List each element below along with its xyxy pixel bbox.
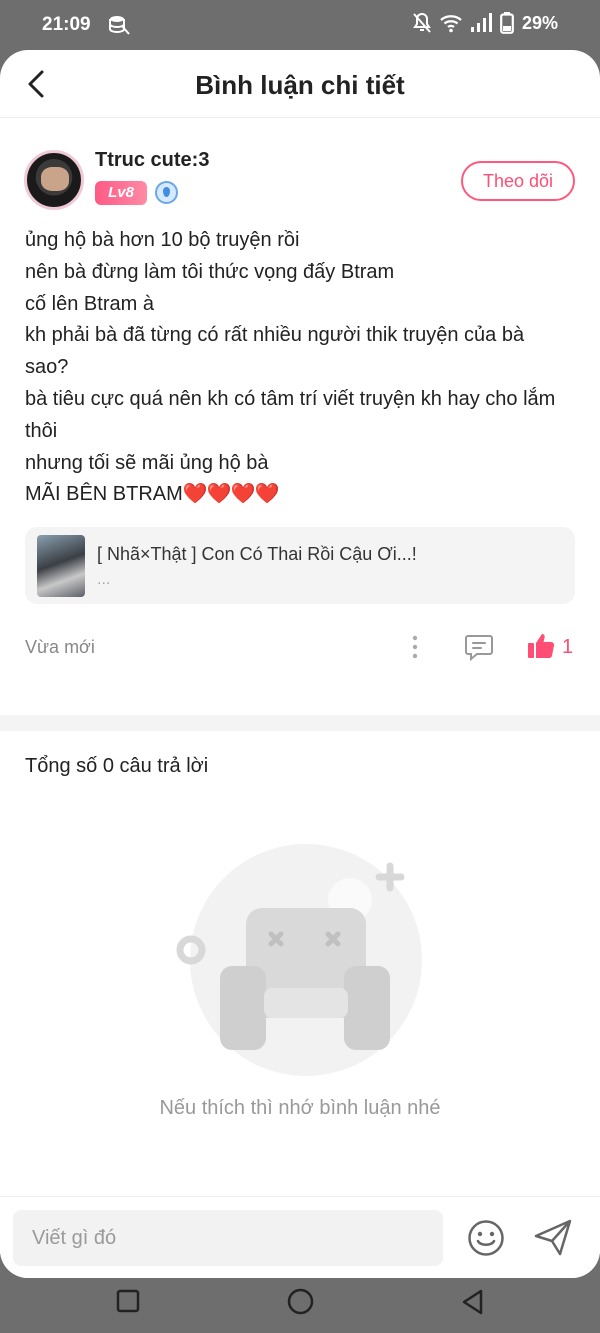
reply-bar	[0, 1196, 600, 1278]
story-title: [ Nhã×Thật ] Con Có Thai Rồi Cậu Ơi...!	[97, 544, 417, 564]
database-icon	[109, 16, 130, 35]
comment-line-last: MÃI BÊN BTRAM❤️❤️❤️❤️	[25, 479, 570, 511]
send-icon[interactable]	[532, 1216, 574, 1258]
author-name[interactable]: Ttruc cute:3	[95, 149, 209, 172]
system-nav-bar	[0, 1278, 600, 1333]
comment-line: nên bà đừng làm tôi thức vọng đấy Btram	[25, 260, 395, 283]
battery-icon	[500, 12, 514, 34]
story-card[interactable]: [ Nhã×Thật ] Con Có Thai Rồi Cậu Ơi...! …	[25, 527, 575, 604]
story-cover-image	[37, 535, 85, 597]
heart-emoji: ❤️❤️❤️❤️	[182, 483, 280, 506]
status-icons: 29%	[412, 12, 558, 34]
comment-body: ủng hộ bà hơn 10 bộ truyện rồi nên bà đừ…	[25, 225, 570, 511]
nav-back-icon[interactable]	[459, 1288, 487, 1316]
comment-line: cố lên Btram à	[25, 292, 154, 315]
avatar[interactable]	[24, 150, 84, 210]
wifi-icon	[440, 15, 462, 33]
comment-detail-sheet: Bình luận chi tiết Ttruc cute:3 Lv8 Theo…	[0, 50, 600, 1278]
signal-icon	[470, 13, 492, 32]
follow-button[interactable]: Theo dõi	[461, 161, 575, 201]
level-badge: Lv8	[95, 181, 147, 205]
comment-icon[interactable]	[464, 633, 494, 661]
section-divider	[0, 715, 600, 731]
reply-total: Tổng số 0 câu trả lời	[25, 755, 209, 777]
like-count: 1	[562, 636, 574, 658]
comment-time: Vừa mới	[25, 637, 95, 657]
empty-state-text: Nếu thích thì nhớ bình luận nhé	[159, 1097, 441, 1119]
comment-line: nhưng tối sẽ mãi ủng hộ bà	[25, 451, 269, 474]
header: Bình luận chi tiết	[0, 50, 600, 118]
battery-percent: 29%	[521, 12, 558, 33]
story-subtitle: ...	[97, 571, 111, 588]
status-bar: 21:09 29%	[0, 0, 600, 50]
comment-line: kh phải bà đã từng có rất nhiều người th…	[25, 324, 525, 379]
water-drop-badge-icon	[155, 181, 178, 204]
reply-input[interactable]	[13, 1210, 443, 1266]
thumbs-up-icon[interactable]	[527, 632, 555, 660]
comment-last-text: MÃI BÊN BTRAM	[25, 483, 183, 506]
comment-line: bà tiêu cực quá nên kh có tâm trí viết t…	[25, 387, 556, 442]
page-title: Bình luận chi tiết	[195, 70, 405, 100]
home-icon[interactable]	[287, 1288, 314, 1315]
avatar-frame	[27, 153, 81, 207]
empty-sofa-illustration	[176, 844, 422, 1076]
more-vertical-icon[interactable]	[405, 634, 425, 660]
status-time: 21:09	[42, 14, 91, 35]
recents-icon[interactable]	[116, 1289, 140, 1313]
mute-bell-icon	[413, 12, 431, 33]
comment-line: ủng hộ bà hơn 10 bộ truyện rồi	[25, 229, 300, 251]
smiley-icon[interactable]	[467, 1219, 505, 1257]
